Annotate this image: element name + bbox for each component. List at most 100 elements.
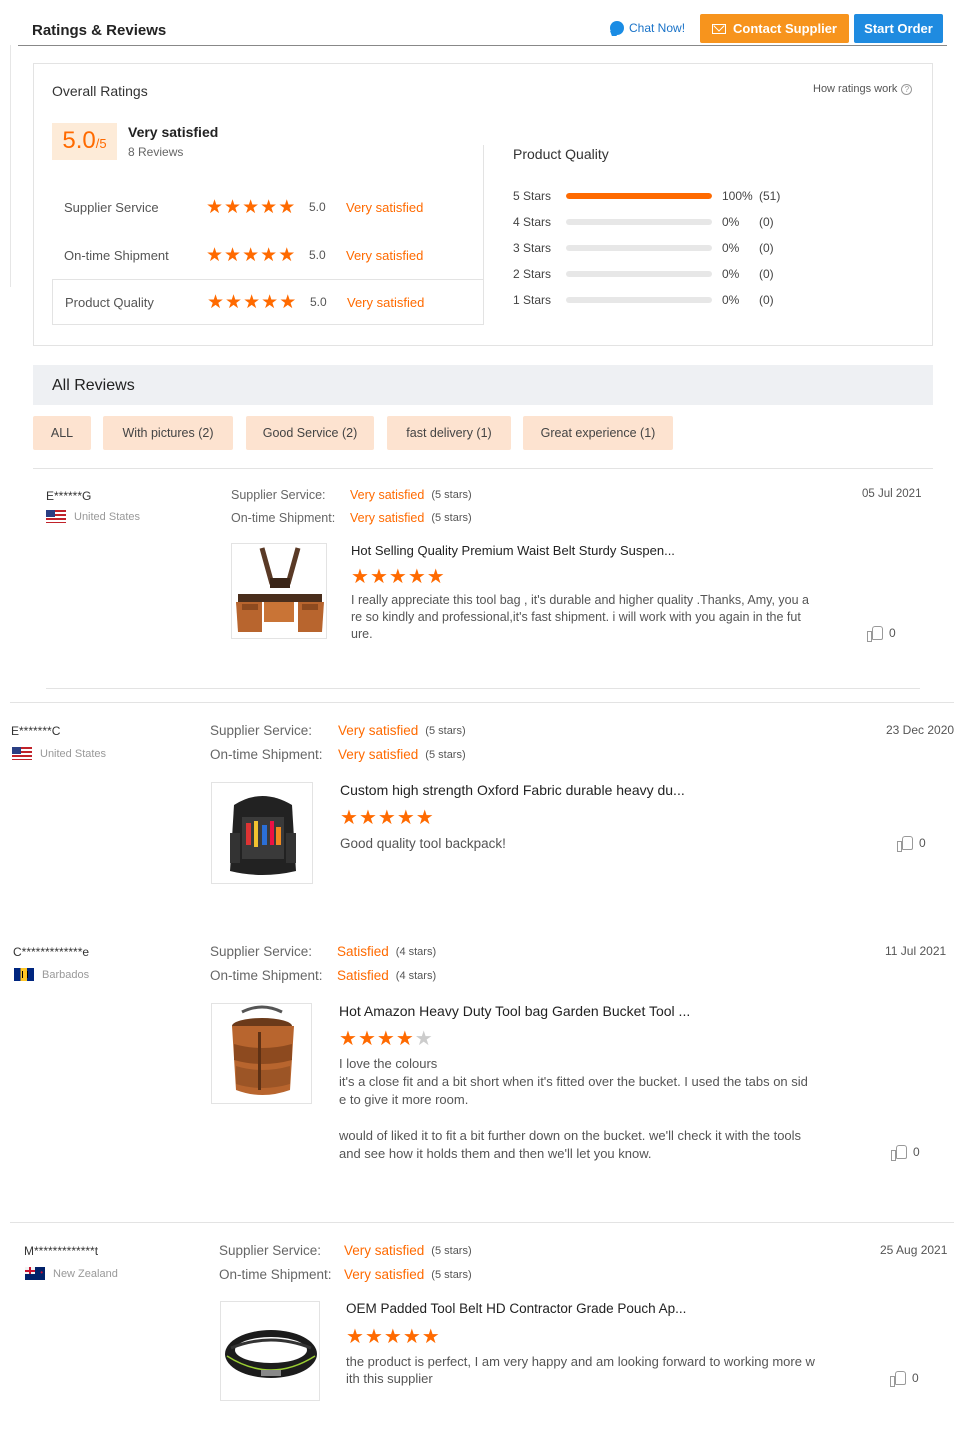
country-name: Barbados [42,968,90,981]
product-title[interactable]: Hot Selling Quality Premium Waist Belt S… [351,543,675,558]
star-icon: ★ [357,1028,377,1050]
product-title[interactable]: Custom high strength Oxford Fabric durab… [340,782,685,798]
star-icon: ★ [339,1028,358,1050]
distribution-percent: 0% [722,241,740,255]
all-reviews-bar [33,365,933,405]
product-thumbnail[interactable] [231,543,327,639]
review-text-line [339,1109,839,1127]
meta-value: Very satisfied [338,747,419,762]
like-count: 0 [912,1371,919,1385]
star-icon: ★ [261,291,280,313]
distribution-label: 1 Stars [513,293,552,307]
filter-good-service[interactable]: Good Service (2) [246,416,374,450]
review-stars: ★★★★★ [351,564,446,589]
star-icon: ★ [364,1326,384,1348]
star-icon: ★ [421,1326,441,1348]
meta-stars: (5 stars) [431,1244,472,1257]
star-icon: ★ [242,196,261,218]
review-text: Good quality tool backpack! [340,835,820,852]
envelope-icon [711,23,726,34]
product-thumbnail[interactable] [220,1301,320,1401]
product-thumbnail[interactable] [211,1003,312,1104]
distribution-count: (51) [759,189,781,203]
us-flag-icon [12,747,32,760]
panel-divider [483,145,484,325]
overall-score: 5.0 [62,127,96,154]
distribution-bar [566,219,712,225]
meta-label: On-time Shipment: [219,1267,332,1282]
star-icon: ★ [415,807,435,829]
review-text-line: e to give it more room. [339,1092,469,1107]
star-icon: ★ [279,291,298,313]
ontime-shipment-rating: On-time Shipment: Very satisfied (5 star… [231,511,472,525]
like-button[interactable]: 0 [897,836,926,852]
filter-great-experience[interactable]: Great experience (1) [523,416,673,450]
like-button[interactable]: 0 [867,626,896,642]
distribution-row: 5 Stars 100% (51) [513,188,780,204]
distribution-bar [566,271,712,277]
category-product-quality[interactable]: Product Quality ★★★★★ 5.0 Very satisfied [52,279,484,325]
distribution-bar [566,193,712,199]
review-text-line: it's a close fit and a bit short when it… [339,1074,808,1089]
rating-stars: ★★★★★ [206,244,309,267]
contact-supplier-button[interactable]: Contact Supplier [700,14,849,43]
distribution-row: 2 Stars 0% (0) [513,266,774,282]
category-ontime-shipment[interactable]: On-time Shipment ★★★★★ 5.0 Very satisfie… [52,232,484,278]
review-text-line: the product is perfect, I am very happy … [346,1354,815,1369]
review-text: I love the colours it's a close fit and a… [339,1055,839,1163]
start-order-button[interactable]: Start Order [854,14,943,43]
meta-label: Supplier Service: [210,723,313,738]
reviewer-country: United States [46,510,140,523]
how-ratings-work-label: How ratings work [813,83,898,95]
like-button[interactable]: 0 [891,1145,920,1161]
review-text-line: ure. [351,627,373,641]
overall-score-text: Very satisfied [128,124,219,140]
star-icon: ★ [377,807,397,829]
meta-value: Very satisfied [350,488,425,502]
meta-label: Supplier Service: [231,488,326,502]
filter-fast-delivery[interactable]: fast delivery (1) [387,416,511,450]
divider [46,688,920,689]
distribution-label: 3 Stars [513,241,552,255]
meta-label: Supplier Service: [219,1243,322,1258]
filter-all[interactable]: ALL [33,416,91,450]
category-value: 5.0 [309,200,326,214]
star-icon: ★ [376,1028,396,1050]
thumbs-up-icon [891,1145,907,1161]
star-icon: ★ [396,807,416,829]
review-date: 25 Aug 2021 [880,1243,948,1257]
left-rule [10,45,11,287]
distribution-percent: 0% [722,267,740,281]
distribution-label: 4 Stars [513,215,552,229]
category-supplier-service[interactable]: Supplier Service ★★★★★ 5.0 Very satisfie… [52,184,484,230]
star-icon: ★ [388,566,408,588]
new-zealand-flag-icon [25,1267,45,1280]
meta-stars: (5 stars) [425,724,466,737]
filter-with-pictures[interactable]: With pictures (2) [103,416,233,450]
chat-now-link[interactable]: Chat Now! [610,21,685,35]
distribution-percent: 0% [722,215,740,229]
ontime-shipment-rating: On-time Shipment: Very satisfied (5 star… [219,1267,472,1282]
star-icon: ★ [414,1028,434,1050]
like-count: 0 [919,836,926,850]
how-ratings-work-link[interactable]: How ratings work ? [813,83,913,95]
product-title[interactable]: Hot Amazon Heavy Duty Tool bag Garden Bu… [339,1003,690,1019]
reviewer-country: Barbados [14,968,89,981]
meta-stars: (4 stars) [395,945,437,958]
review-text-line: Good quality tool backpack! [340,836,506,851]
distribution-count: (0) [759,241,774,255]
like-button[interactable]: 0 [890,1371,919,1387]
divider [10,702,954,703]
header-divider [18,45,947,46]
review-text-line: I really appreciate this tool bag , it's… [351,593,809,607]
ontime-shipment-rating: On-time Shipment: Satisfied (4 stars) [210,968,436,983]
divider [33,468,933,469]
product-title[interactable]: OEM Padded Tool Belt HD Contractor Grade… [346,1301,686,1316]
star-icon: ★ [224,196,243,218]
product-thumbnail[interactable] [211,782,313,884]
reviewer-country: New Zealand [25,1267,118,1280]
review-stars: ★★★★★ [346,1324,441,1349]
star-icon: ★ [243,291,262,313]
meta-stars: (5 stars) [431,512,472,524]
reviewer-name: M*************t [24,1244,99,1258]
